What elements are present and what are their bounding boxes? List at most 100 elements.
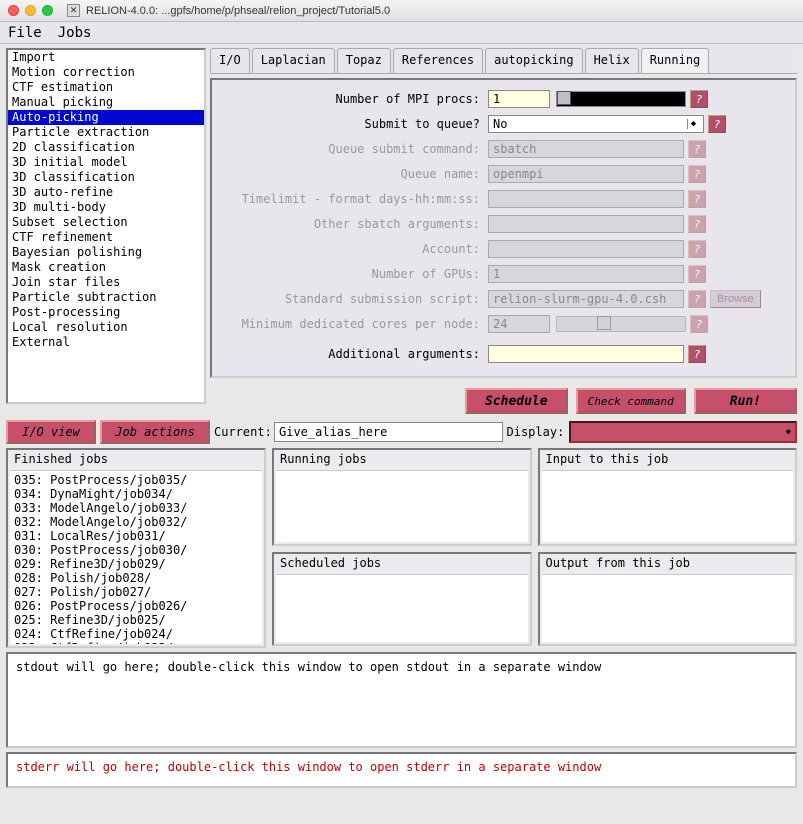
display-select[interactable]: ◆ [569,421,798,443]
help-icon[interactable]: ? [690,90,708,108]
help-icon: ? [688,165,706,183]
list-item[interactable]: 029: Refine3D/job029/ [14,557,258,571]
jobtype-item[interactable]: Post-processing [8,305,204,320]
jobtype-item[interactable]: Auto-picking [8,110,204,125]
list-item[interactable]: 024: CtfRefine/job024/ [14,627,258,641]
input-header: Input to this job [540,450,796,468]
close-icon[interactable] [8,5,19,16]
jobtype-item[interactable]: External [8,335,204,350]
x-close-icon[interactable]: ✕ [67,4,80,17]
qcmd-input [488,140,684,158]
jobtype-item[interactable]: Bayesian polishing [8,245,204,260]
cores-label: Minimum dedicated cores per node: [222,317,484,331]
list-item[interactable]: 028: Polish/job028/ [14,571,258,585]
help-icon: ? [690,315,708,333]
scheduled-jobs-panel: Scheduled jobs [272,552,532,646]
script-label: Standard submission script: [222,292,484,306]
jobtype-item[interactable]: Local resolution [8,320,204,335]
running-jobs-panel: Running jobs [272,448,532,546]
tab-io[interactable]: I/O [210,48,250,73]
jobtype-item[interactable]: 3D classification [8,170,204,185]
qname-label: Queue name: [222,167,484,181]
running-jobs-header: Running jobs [274,450,530,468]
check-command-button[interactable]: Check command [576,388,686,414]
jobtype-item[interactable]: Particle extraction [8,125,204,140]
menu-file[interactable]: File [8,25,42,41]
tab-strip: I/OLaplacianTopazReferencesautopickingHe… [210,48,797,74]
help-icon[interactable]: ? [688,345,706,363]
osargs-input [488,215,684,233]
acct-input [488,240,684,258]
jobtype-item[interactable]: Join star files [8,275,204,290]
queue-label: Submit to queue? [222,117,484,131]
tab-topaz[interactable]: Topaz [337,48,391,73]
help-icon: ? [688,190,706,208]
running-jobs-list[interactable] [276,470,528,542]
queue-select[interactable]: No◆ [488,115,704,133]
schedule-button[interactable]: Schedule [465,388,568,414]
tab-autopicking[interactable]: autopicking [485,48,582,73]
tab-references[interactable]: References [393,48,483,73]
input-list[interactable] [542,470,794,542]
stdout-area[interactable]: stdout will go here; double-click this w… [6,652,797,748]
script-input [488,290,684,308]
run-button[interactable]: Run! [694,388,797,414]
list-item[interactable]: 034: DynaMight/job034/ [14,487,258,501]
mpi-slider[interactable] [556,91,686,107]
finished-jobs-list[interactable]: 035: PostProcess/job035/034: DynaMight/j… [10,470,262,644]
jobtype-item[interactable]: 2D classification [8,140,204,155]
list-item[interactable]: 033: ModelAngelo/job033/ [14,501,258,515]
mpi-input[interactable] [488,90,550,108]
list-item[interactable]: 025: Refine3D/job025/ [14,613,258,627]
mpi-label: Number of MPI procs: [222,92,484,106]
output-header: Output from this job [540,554,796,572]
tab-laplacian[interactable]: Laplacian [252,48,335,73]
jobtype-item[interactable]: 3D initial model [8,155,204,170]
jobtype-item[interactable]: Particle subtraction [8,290,204,305]
jobtype-item[interactable]: Subset selection [8,215,204,230]
jobtype-item[interactable]: Manual picking [8,95,204,110]
browse-button: Browse [710,290,761,308]
tab-running[interactable]: Running [641,48,710,73]
list-item[interactable]: 026: PostProcess/job026/ [14,599,258,613]
scheduled-jobs-list[interactable] [276,574,528,642]
input-panel: Input to this job [538,448,798,546]
jobtype-item[interactable]: CTF refinement [8,230,204,245]
jobtype-item[interactable]: 3D auto-refine [8,185,204,200]
osargs-label: Other sbatch arguments: [222,217,484,231]
current-alias-input[interactable] [274,422,503,442]
jobtype-item[interactable]: Import [8,50,204,65]
chevron-updown-icon: ◆ [786,427,791,437]
cores-slider [556,316,686,332]
addl-input[interactable] [488,345,684,363]
menu-jobs[interactable]: Jobs [58,25,92,41]
list-item[interactable]: 035: PostProcess/job035/ [14,473,258,487]
ngpu-label: Number of GPUs: [222,267,484,281]
list-item[interactable]: 032: ModelAngelo/job032/ [14,515,258,529]
list-item[interactable]: 030: PostProcess/job030/ [14,543,258,557]
help-icon: ? [688,240,706,258]
list-item[interactable]: 031: LocalRes/job031/ [14,529,258,543]
list-item[interactable]: 027: Polish/job027/ [14,585,258,599]
output-list[interactable] [542,574,794,642]
window-titlebar: ✕ RELION-4.0.0: ...gpfs/home/p/phseal/re… [0,0,803,22]
list-item[interactable]: 023: CtfRefine/job023/ [14,641,258,644]
current-label: Current: [214,425,270,439]
jobtype-list[interactable]: ImportMotion correctionCTF estimationMan… [6,48,206,404]
maximize-icon[interactable] [42,5,53,16]
tab-helix[interactable]: Helix [585,48,639,73]
jobtype-item[interactable]: CTF estimation [8,80,204,95]
help-icon[interactable]: ? [708,115,726,133]
jobtype-item[interactable]: Mask creation [8,260,204,275]
qcmd-label: Queue submit command: [222,142,484,156]
scheduled-jobs-header: Scheduled jobs [274,554,530,572]
io-view-button[interactable]: I/O view [6,420,96,444]
window-title: RELION-4.0.0: ...gpfs/home/p/phseal/reli… [86,5,390,17]
qname-input [488,165,684,183]
stderr-area[interactable]: stderr will go here; double-click this w… [6,752,797,788]
minimize-icon[interactable] [25,5,36,16]
jobtype-item[interactable]: 3D multi-body [8,200,204,215]
jobtype-item[interactable]: Motion correction [8,65,204,80]
run-bar: Schedule Check command Run! [210,382,797,420]
job-actions-button[interactable]: Job actions [100,420,210,444]
